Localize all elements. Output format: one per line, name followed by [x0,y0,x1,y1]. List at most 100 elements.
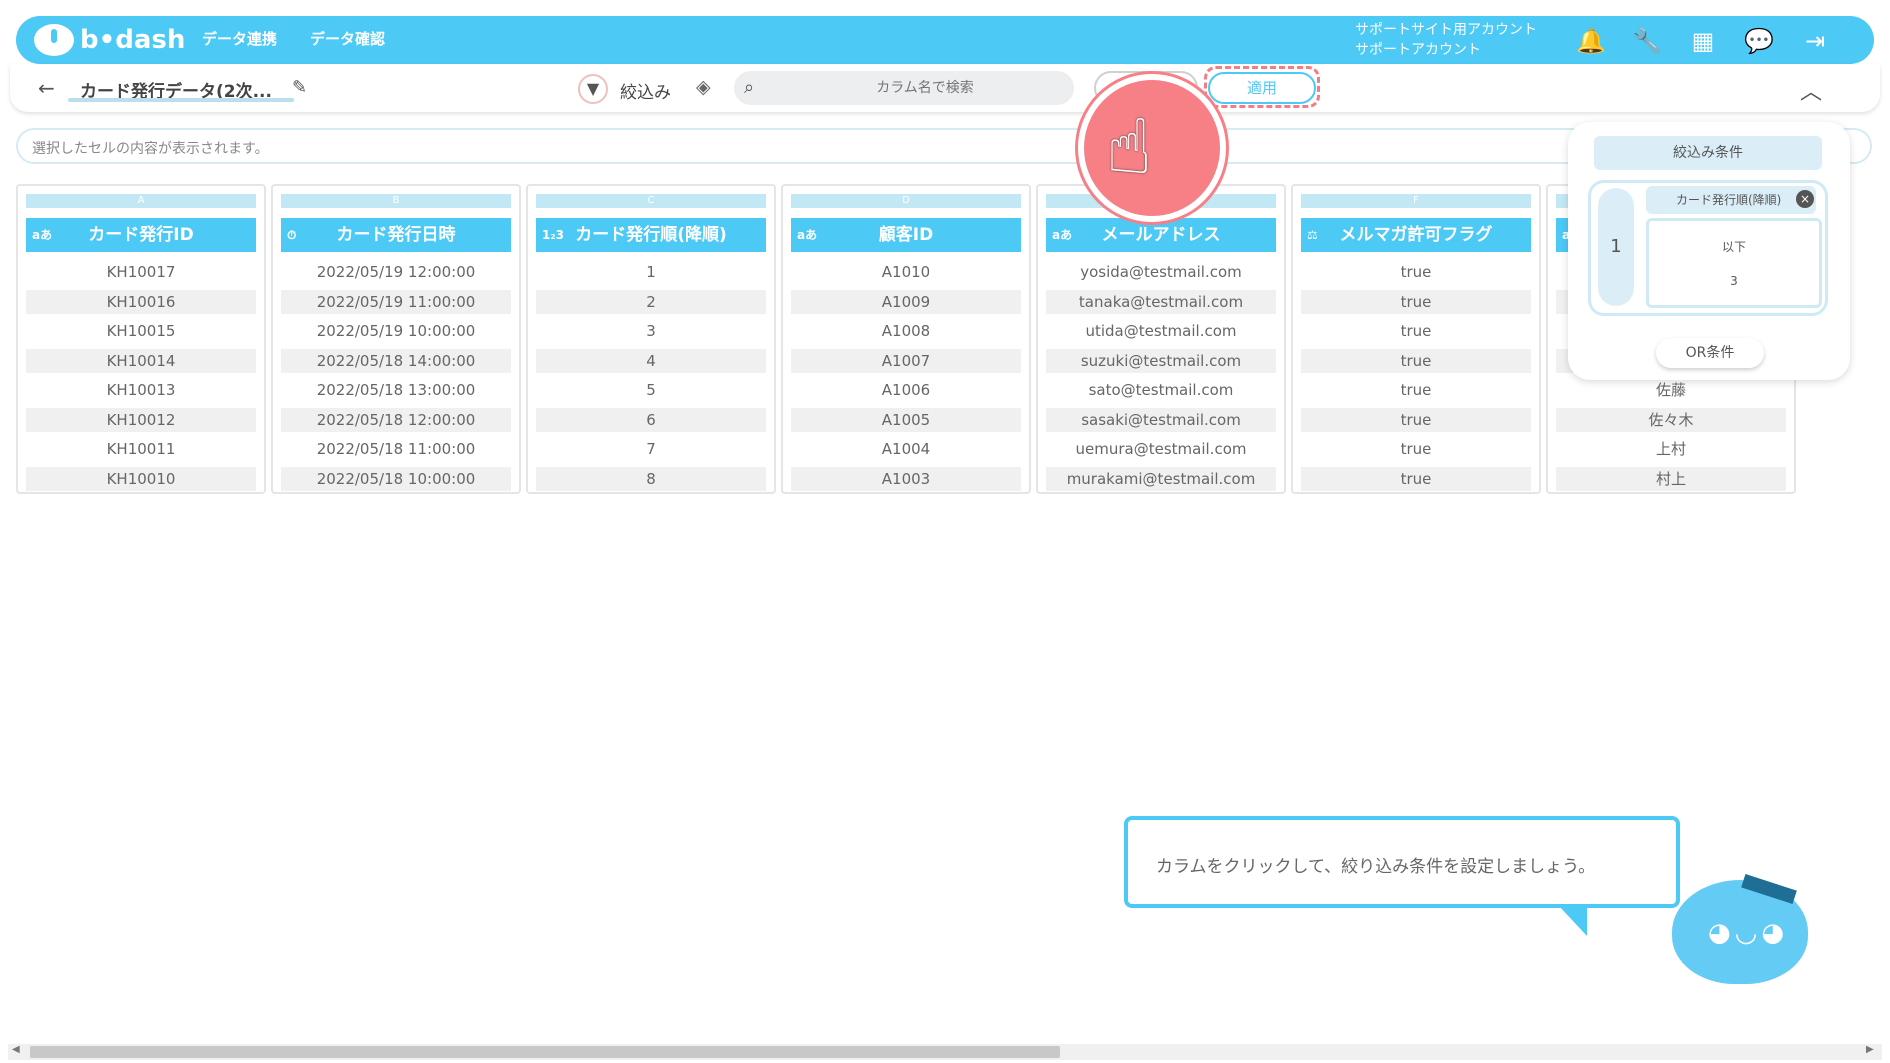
column-search-input[interactable] [790,75,1060,101]
table-cell[interactable]: 2022/05/18 10:00:00 [281,466,511,491]
table-cell[interactable]: 4 [536,348,766,373]
table-cell[interactable]: true [1301,437,1531,461]
bell-icon[interactable]: 🔔 [1576,26,1606,56]
grid-icon[interactable]: ▦ [1688,26,1718,56]
table-cell[interactable]: 上村 [1556,437,1786,461]
back-arrow-icon[interactable]: ← [38,76,55,100]
table-column[interactable]: Daあ 顧客ID A1010 A1009 A1008 A1007 A1006 A1005 A10… [781,184,1031,494]
table-cell[interactable]: suzuki@testmail.com [1046,348,1276,373]
logout-icon[interactable]: ⇥ [1800,26,1830,56]
column-type-icon: ⚖ [1307,228,1318,242]
table-column[interactable]: B ⏱ カード発行日時 2022/05/19 12:00:00 2022/05/19 1… [271,184,521,494]
table-cell[interactable]: KH10016 [26,289,256,314]
close-icon[interactable]: × [1796,190,1814,208]
search-icon: ⌕ [744,77,755,98]
table-cell[interactable]: KH10017 [26,260,256,284]
table-cell[interactable]: 1 [536,260,766,284]
nav-data-integration[interactable]: データ連携 [202,28,277,49]
condition-box[interactable] [1646,218,1822,308]
table-cell[interactable]: true [1301,260,1531,284]
table-cell[interactable]: 5 [536,378,766,402]
table-cell[interactable]: yosida@testmail.com [1046,260,1276,284]
table-cell[interactable]: 2022/05/18 11:00:00 [281,437,511,461]
column-header[interactable]: ⚖ メルマガ許可フラグ [1301,218,1531,252]
table-cell[interactable]: tanaka@testmail.com [1046,289,1276,314]
table-cell[interactable]: A1010 [791,260,1021,284]
edit-pencil-icon[interactable]: ✎ [292,77,307,98]
table-cell[interactable]: 2022/05/18 12:00:00 [281,407,511,432]
table-cell[interactable]: true [1301,378,1531,402]
table-cell[interactable]: 2022/05/19 12:00:00 [281,260,511,284]
column-header-label: メルマガ許可フラグ [1339,225,1493,245]
table-cell[interactable]: KH10013 [26,378,256,402]
table-cell[interactable]: true [1301,289,1531,314]
table-cell[interactable]: A1007 [791,348,1021,373]
table-cell[interactable]: true [1301,348,1531,373]
column-header[interactable]: 1₂3 カード発行順(降順) [536,218,766,252]
table-column[interactable]: Aaあ カード発行ID KH10017 KH10016 KH10015 KH10014 KH… [16,184,266,494]
table-cell[interactable]: 佐藤 [1556,378,1786,402]
table-cell[interactable]: KH10015 [26,319,256,343]
table-cell[interactable]: A1003 [791,466,1021,491]
scroll-left-arrow-icon[interactable]: ◀ [12,1044,20,1055]
table-cell[interactable]: uemura@testmail.com [1046,437,1276,461]
account-info[interactable]: サポートサイト用アカウント サポートアカウント [1355,20,1537,60]
table-cell[interactable]: sato@testmail.com [1046,378,1276,402]
table-cell[interactable]: true [1301,319,1531,343]
chat-icon[interactable]: 💬 [1744,26,1774,56]
table-cell[interactable]: 2022/05/19 11:00:00 [281,289,511,314]
column-letter: C [536,194,766,208]
table-cell[interactable]: 2022/05/18 13:00:00 [281,378,511,402]
table-cell[interactable]: 3 [536,319,766,343]
or-condition-button[interactable]: OR条件 [1656,338,1764,368]
table-column[interactable]: C 1₂3 カード発行順(降順) 1 2 3 4 5 6 7 8 [526,184,776,494]
column-header[interactable]: aあ カード発行ID [26,218,256,252]
table-column[interactable]: Eaあメールアドレスyosida@testmail.comtanaka@test… [1036,184,1286,494]
table-cell[interactable]: 2022/05/18 14:00:00 [281,348,511,373]
table-cell[interactable]: true [1301,407,1531,432]
scrollbar-thumb[interactable] [30,1046,1060,1058]
condition-column-chip[interactable]: カード発行順(降順) [1646,186,1816,214]
column-header[interactable]: aあ 顧客ID [791,218,1021,252]
table-cell[interactable]: KH10012 [26,407,256,432]
table-cell[interactable]: 7 [536,437,766,461]
title-underline [68,98,294,102]
table-cell[interactable]: murakami@testmail.com [1046,466,1276,491]
column-header[interactable]: ⏱ カード発行日時 [281,218,511,252]
column-type-icon: aあ [32,228,53,242]
scroll-right-arrow-icon[interactable]: ▶ [1866,1044,1874,1055]
table-cell[interactable]: 8 [536,466,766,491]
table-cell[interactable]: A1005 [791,407,1021,432]
condition-value[interactable]: 3 [1646,274,1822,288]
cell-viewer-placeholder: 選択したセルの内容が表示されます。 [32,141,269,157]
column-type-icon: ⏱ [287,228,297,242]
table-cell[interactable]: 佐々木 [1556,407,1786,432]
column-header[interactable]: aあ メールアドレス [1046,218,1276,252]
table-cell[interactable]: A1006 [791,378,1021,402]
table-cell[interactable]: 6 [536,407,766,432]
table-cell[interactable]: 2022/05/19 10:00:00 [281,319,511,343]
table-cell[interactable]: A1008 [791,319,1021,343]
condition-operator[interactable]: 以下 [1646,238,1822,255]
filter-funnel-icon[interactable]: ▼ [578,74,608,104]
table-column[interactable]: F ⚖ メルマガ許可フラグ true true true true true true true t… [1291,184,1541,494]
table-cell[interactable]: utida@testmail.com [1046,319,1276,343]
table-cell[interactable]: 村上 [1556,466,1786,491]
bdash-logo[interactable]: b•dash [34,22,185,58]
wrench-icon[interactable]: 🔧 [1632,26,1662,56]
table-cell[interactable]: KH10011 [26,437,256,461]
logo-text: b•dash [80,25,186,55]
beginner-mark-icon[interactable]: ◈ [696,76,711,98]
table-cell[interactable]: A1004 [791,437,1021,461]
table-cell[interactable]: 2 [536,289,766,314]
table-cell[interactable]: sasaki@testmail.com [1046,407,1276,432]
chevron-up-icon[interactable]: ︿ [1800,74,1822,106]
table-cell[interactable]: KH10010 [26,466,256,491]
filter-label[interactable]: 絞込み [620,78,671,103]
mascot-face-icon: ◕◡◕ [1708,918,1789,948]
table-cell[interactable]: KH10014 [26,348,256,373]
table-cell[interactable]: true [1301,466,1531,491]
table-cell[interactable]: A1009 [791,289,1021,314]
nav-data-check[interactable]: データ確認 [310,28,385,49]
column-type-icon: aあ [797,228,818,242]
